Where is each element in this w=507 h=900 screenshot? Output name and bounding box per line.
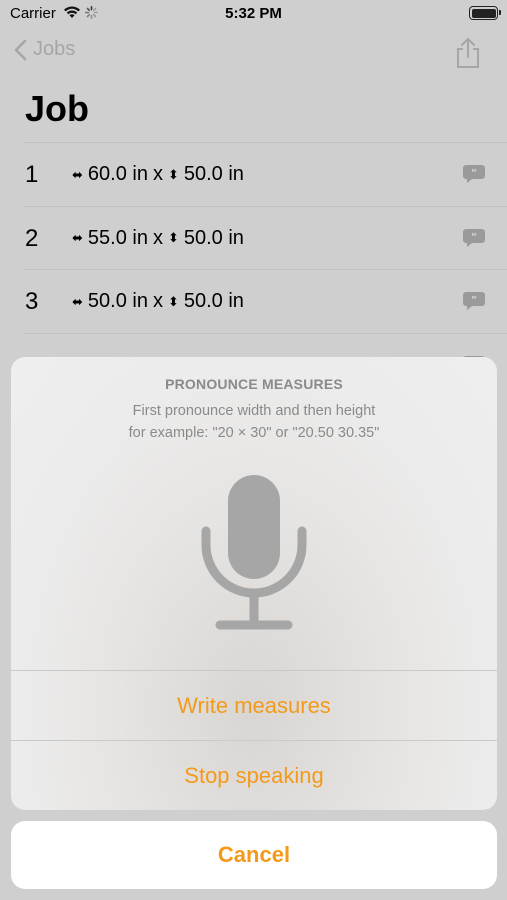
speech-bubble-icon[interactable]: ” <box>463 165 485 183</box>
job-height: 50.0 in <box>183 226 244 249</box>
job-number: 1 <box>25 161 39 188</box>
svg-text:”: ” <box>471 232 478 243</box>
dims-separator: x <box>152 163 163 185</box>
job-row[interactable]: 1 ⬌ 60.0 in x ⬍ 50.0 in ” <box>24 142 507 206</box>
width-arrow-icon: ⬌ <box>72 293 83 309</box>
sheet-message-line1: First pronounce width and then height <box>132 403 376 419</box>
back-button-label: Jobs <box>33 38 76 60</box>
status-bar: Carrier 5:32 PM <box>0 0 507 28</box>
share-icon <box>457 38 479 68</box>
job-dimensions: ⬌ 50.0 in x ⬍ 50.0 in <box>72 290 244 313</box>
svg-text:”: ” <box>471 295 478 306</box>
height-arrow-icon: ⬍ <box>167 230 179 245</box>
dims-separator: x <box>152 226 163 249</box>
battery-icon <box>469 6 501 20</box>
sheet-message-line2: for example: "20 × 30" or "20.50 30.35" <box>128 425 380 441</box>
stop-speaking-button[interactable]: Stop speaking <box>11 741 497 810</box>
width-arrow-icon: ⬌ <box>72 166 83 182</box>
job-dimensions: ⬌ 60.0 in x ⬍ 50.0 in <box>72 163 244 186</box>
clock: 5:32 PM <box>225 5 282 22</box>
job-number: 2 <box>25 224 39 252</box>
speech-bubble-icon[interactable]: ” <box>463 228 485 247</box>
dims-separator: x <box>152 290 163 312</box>
sheet-title: PRONOUNCE MEASURES <box>165 376 343 392</box>
write-measures-button[interactable]: Write measures <box>11 671 497 741</box>
height-arrow-icon: ⬍ <box>167 293 179 309</box>
job-height: 50.0 in <box>183 163 244 185</box>
action-sheet: PRONOUNCE MEASURES First pronounce width… <box>11 357 497 810</box>
width-arrow-icon: ⬌ <box>72 230 83 245</box>
job-row[interactable]: 2 ⬌ 55.0 in x ⬍ 50.0 in ” <box>24 205 507 270</box>
cancel-button[interactable]: Cancel <box>11 821 497 889</box>
job-width: 60.0 in <box>87 163 148 185</box>
job-row[interactable]: 3 ⬌ 50.0 in x ⬍ 50.0 in ” <box>24 269 507 333</box>
job-width: 50.0 in <box>87 290 148 312</box>
share-button[interactable] <box>455 37 481 74</box>
job-height: 50.0 in <box>183 290 244 312</box>
height-arrow-icon: ⬍ <box>167 166 179 182</box>
job-width: 55.0 in <box>87 226 148 249</box>
job-number: 3 <box>25 288 39 315</box>
back-button[interactable]: Jobs <box>14 38 75 61</box>
speech-bubble-icon[interactable]: ” <box>463 292 485 310</box>
page-title: Job <box>25 88 90 129</box>
svg-text:”: ” <box>471 168 478 179</box>
job-dimensions: ⬌ 55.0 in x ⬍ 50.0 in <box>72 227 244 250</box>
navigation-bar: Jobs <box>0 30 507 74</box>
microphone-icon <box>201 475 307 630</box>
chevron-left-icon <box>14 39 27 60</box>
